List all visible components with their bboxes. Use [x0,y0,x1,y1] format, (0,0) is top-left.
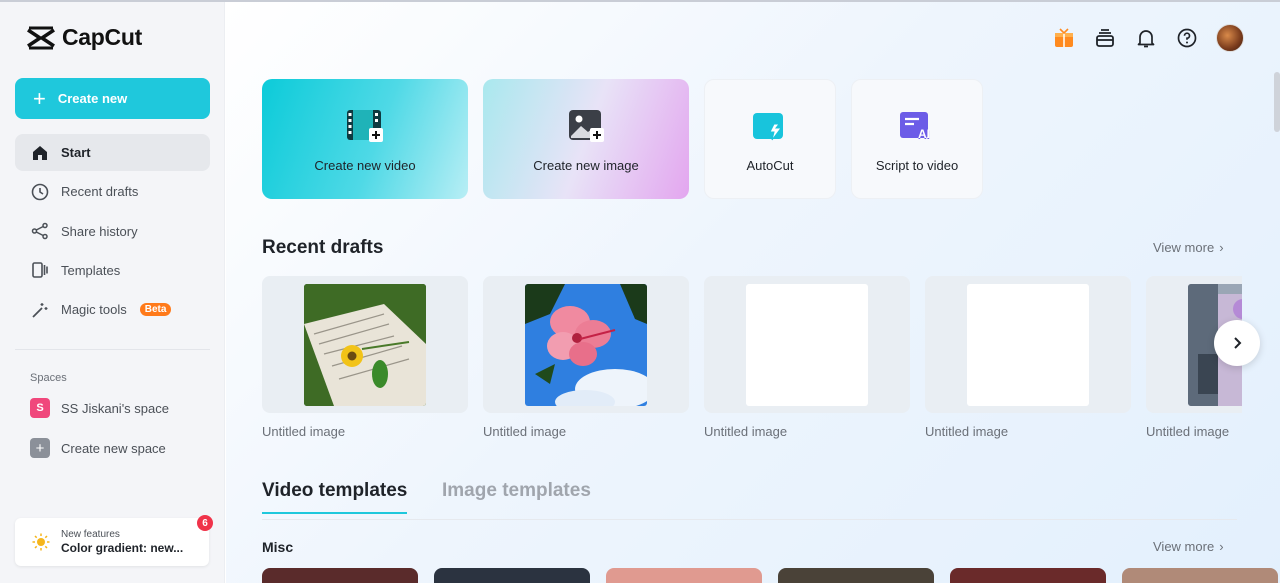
book-sunflower-image [304,283,426,406]
space-label: SS Jiskani's space [61,400,169,416]
features-title: New features [61,529,120,540]
template-thumbnail[interactable] [778,568,934,583]
chevron-right-icon [1234,337,1242,349]
film-plus-icon [347,109,383,142]
plus-icon: + [33,85,46,111]
share-icon [31,222,48,240]
gift-icon[interactable] [1052,26,1076,50]
beta-badge: Beta [139,303,172,317]
pink-hibiscus-image [525,283,647,406]
svg-text:AI: AI [918,127,930,141]
sidebar-item-label: Magic tools [61,302,127,318]
sidebar-item-share-history[interactable]: Share history [15,213,210,250]
draft-caption: Untitled image [704,424,788,439]
sidebar-item-label: Share history [61,223,138,239]
draft-caption: Untitled image [1146,424,1230,439]
draft-thumbnail[interactable] [704,276,910,413]
space-item-jiskani[interactable]: S SS Jiskani's space [15,390,210,426]
recent-drafts-list: Untitled image Untitled image Untitled i… [262,276,1242,446]
sidebar-item-label: Recent drafts [61,184,139,200]
draft-item[interactable]: Untitled image [483,276,689,439]
help-icon[interactable] [1175,26,1199,50]
tab-video-templates[interactable]: Video templates [262,480,408,514]
sidebar-item-magic-tools[interactable]: Magic tools Beta [15,291,210,328]
top-toolbar [1052,24,1244,52]
view-more-label: View more [1153,539,1215,554]
script-ai-icon: AI AI [900,111,930,142]
template-thumbnail[interactable] [434,568,590,583]
capcut-logo[interactable]: CapCut [26,24,142,51]
template-thumbnail[interactable] [1122,568,1278,583]
autocut-icon [753,112,783,140]
create-new-space-button[interactable]: + Create new space [15,430,210,466]
magic-wand-icon [32,302,48,318]
template-thumbnail[interactable] [950,568,1106,583]
sidebar-item-label: Start [61,145,91,160]
card-label: AutoCut [746,157,794,173]
user-avatar[interactable] [1216,24,1244,52]
template-thumbnail[interactable] [262,568,418,583]
sidebar-nav: Start Recent drafts Share history Templa… [15,134,210,330]
draft-item[interactable]: Untitled image [262,276,468,439]
sidebar-item-templates[interactable]: Templates [15,252,210,289]
subscription-icon[interactable] [1093,26,1117,50]
bell-icon[interactable] [1134,26,1158,50]
script-to-video-card[interactable]: AI AI Script to video [851,79,983,199]
blank-image [746,283,868,406]
card-label: Create new video [314,157,416,173]
draft-caption: Untitled image [262,424,346,439]
sun-icon [32,533,50,551]
sidebar-item-start[interactable]: Start [15,134,210,171]
space-label: Create new space [61,440,166,456]
draft-thumbnail[interactable] [262,276,468,413]
template-thumbnail[interactable] [606,568,762,583]
recent-drafts-title: Recent drafts [262,237,384,258]
draft-item[interactable]: Untitled image [925,276,1131,439]
main-content: Create new video Create new image AutoCu… [226,2,1280,583]
draft-caption: Untitled image [925,424,1009,439]
chevron-right-icon: › [1219,240,1224,255]
templates-icon [32,262,48,279]
plus-icon: + [30,438,50,458]
draft-item[interactable]: Untitled image [704,276,910,439]
spaces-heading: Spaces [30,372,67,384]
draft-thumbnail[interactable] [925,276,1131,413]
view-more-label: View more [1153,240,1215,255]
sidebar-item-recent-drafts[interactable]: Recent drafts [15,173,210,210]
new-features-card[interactable]: New features Color gradient: new... [15,518,209,566]
capcut-logo-icon [27,26,55,49]
recent-drafts-view-more[interactable]: View more › [1153,240,1224,255]
blank-image [967,283,1089,406]
create-new-video-card[interactable]: Create new video [262,79,468,199]
templates-view-more[interactable]: View more › [1153,539,1224,554]
features-subtitle: Color gradient: new... [61,541,184,555]
scrollbar[interactable] [1274,72,1280,132]
card-label: Script to video [875,157,959,173]
sidebar-item-label: Templates [61,262,121,278]
chevron-right-icon: › [1219,539,1224,554]
template-thumbnails [262,568,1278,583]
app-name: CapCut [62,24,142,50]
notification-count-badge: 6 [197,515,213,531]
category-title: Misc [262,539,294,555]
sidebar: CapCut + Create new Start Recent drafts … [0,2,225,583]
card-label: Create new image [533,157,639,173]
drafts-next-button[interactable] [1214,320,1260,366]
home-icon [33,145,47,160]
create-new-image-card[interactable]: Create new image [483,79,689,199]
draft-caption: Untitled image [483,424,567,439]
sidebar-divider [15,349,210,350]
draft-thumbnail[interactable] [483,276,689,413]
clock-icon [31,183,49,201]
templates-tabs: Video templates Image templates [262,480,1237,520]
create-new-button[interactable]: + Create new [15,78,210,119]
space-avatar: S [30,398,50,418]
quick-actions: Create new video Create new image AutoCu… [262,79,983,199]
create-new-label: Create new [57,91,128,106]
tab-image-templates[interactable]: Image templates [442,480,591,512]
autocut-card[interactable]: AutoCut [704,79,836,199]
image-plus-icon [569,109,604,142]
